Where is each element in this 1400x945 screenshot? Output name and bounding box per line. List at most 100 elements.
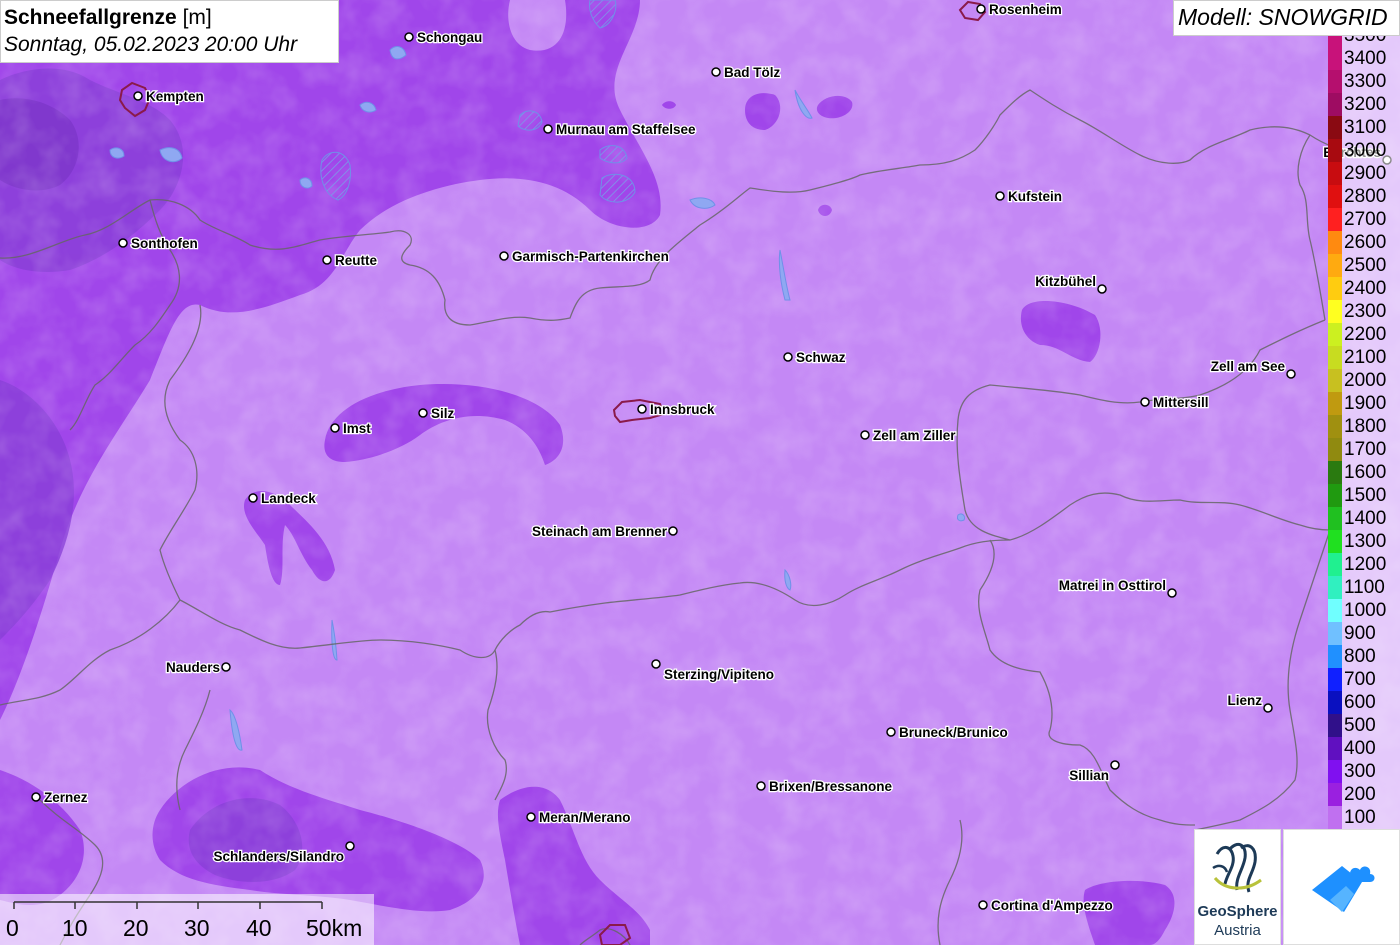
legend-label: 400 [1344, 738, 1376, 759]
city-marker [860, 430, 870, 440]
city-label: Kufstein [1008, 189, 1062, 204]
legend-row: 1700 [1328, 438, 1400, 461]
legend-swatch [1328, 622, 1342, 645]
city-marker [1263, 703, 1273, 713]
legend-swatch [1328, 438, 1342, 461]
legend-swatch [1328, 93, 1342, 116]
legend-row: 500 [1328, 714, 1400, 737]
city-marker [637, 404, 647, 414]
city-label: Bruneck/Brunico [899, 725, 1008, 740]
city-marker [995, 191, 1005, 201]
variable-name: Schneefallgrenze [4, 6, 177, 29]
legend-row: 1900 [1328, 392, 1400, 415]
geosphere-logo[interactable]: GeoSphere Austria [1194, 829, 1281, 945]
legend-swatch [1328, 783, 1342, 806]
scale-tick-label: 0 [6, 915, 19, 941]
legend-swatch [1328, 300, 1342, 323]
city-label: Meran/Merano [539, 810, 631, 825]
legend-label: 500 [1344, 715, 1376, 736]
city-label: Murnau am Staffelsee [556, 122, 696, 137]
city-marker [978, 900, 988, 910]
legend-label: 2800 [1344, 186, 1387, 207]
geosphere-emblem-icon [1212, 842, 1262, 893]
legend-label: 3400 [1344, 48, 1387, 69]
legend-swatch [1328, 369, 1342, 392]
legend-swatch [1328, 461, 1342, 484]
legend-row: 1200 [1328, 553, 1400, 576]
city-marker [651, 659, 661, 669]
city-marker [1097, 284, 1107, 294]
legend-swatch [1328, 737, 1342, 760]
city-label: Imst [343, 421, 371, 436]
legend-swatch [1328, 714, 1342, 737]
city-label: Innsbruck [650, 402, 715, 417]
city-marker [345, 841, 355, 851]
scale-tick-label: 50km [306, 915, 363, 941]
map-canvas[interactable]: Rosenheim Schongau Bad Tölz Kempten Murnau a… [0, 0, 1400, 945]
legend-row: 3500 [1328, 36, 1400, 47]
legend-label: 1200 [1344, 554, 1387, 575]
legend-row: 2000 [1328, 369, 1400, 392]
city-label: Steinach am Brenner [532, 524, 668, 539]
legend-swatch [1328, 36, 1342, 47]
legend-row: 800 [1328, 645, 1400, 668]
legend-row: 300 [1328, 760, 1400, 783]
legend-row: 3300 [1328, 70, 1400, 93]
legend-row: 1800 [1328, 415, 1400, 438]
legend-row: 1000 [1328, 599, 1400, 622]
model-label: Modell: SNOWGRID [1173, 0, 1400, 36]
city-marker [1110, 760, 1120, 770]
legend-row: 1600 [1328, 461, 1400, 484]
city-marker [976, 4, 986, 14]
geosphere-country: Austria [1214, 922, 1261, 939]
legend-label: 1000 [1344, 600, 1387, 621]
city-label: Garmisch-Partenkirchen [512, 249, 669, 264]
legend-row: 2200 [1328, 323, 1400, 346]
legend-swatch [1328, 760, 1342, 783]
city-marker [1286, 369, 1296, 379]
city-marker [330, 423, 340, 433]
legend-swatch [1328, 162, 1342, 185]
legend-label: 700 [1344, 669, 1376, 690]
legend-swatch [1328, 47, 1342, 70]
city-label: Reutte [335, 253, 377, 268]
legend-swatch [1328, 392, 1342, 415]
title-panel: Schneefallgrenze [m] Sonntag, 05.02.2023… [0, 0, 339, 63]
legend-label: 300 [1344, 761, 1376, 782]
geosphere-name: GeoSphere [1197, 903, 1278, 920]
legend-row: 2600 [1328, 231, 1400, 254]
city-label: Cortina d'Ampezzo [991, 898, 1113, 913]
city-label: Bad Tölz [724, 65, 780, 80]
legend-row: 700 [1328, 668, 1400, 691]
city-label: Schongau [417, 30, 482, 45]
legend-swatch [1328, 668, 1342, 691]
legend-swatch [1328, 507, 1342, 530]
city-label: Zernez [44, 790, 88, 805]
legend-swatch [1328, 415, 1342, 438]
legend-label: 1600 [1344, 462, 1387, 483]
legend-label: 1700 [1344, 439, 1387, 460]
legend-swatch [1328, 208, 1342, 231]
city-marker [783, 352, 793, 362]
legend-swatch [1328, 254, 1342, 277]
legend-label: 3000 [1344, 140, 1387, 161]
city-marker [221, 662, 231, 672]
city-label: Kitzbühel [1035, 274, 1096, 289]
legend-row: 3400 [1328, 47, 1400, 70]
legend-label: 800 [1344, 646, 1376, 667]
forecast-datetime: Sonntag, 05.02.2023 20:00 Uhr [4, 33, 298, 56]
scale-tick-label: 10 [62, 915, 88, 941]
color-legend: 3500 340033003200310030002900280027002600… [1328, 36, 1400, 832]
legend-swatch [1328, 185, 1342, 208]
legend-row: 1500 [1328, 484, 1400, 507]
legend-row: 600 [1328, 691, 1400, 714]
legend-label: 2200 [1344, 324, 1387, 345]
legend-label: 3500 [1344, 36, 1386, 45]
terrain-shading [0, 0, 1400, 945]
legend-row: 400 [1328, 737, 1400, 760]
city-label: Zell am See [1211, 359, 1286, 374]
partner-logo[interactable] [1283, 829, 1400, 945]
legend-row: 1300 [1328, 530, 1400, 553]
scale-tick-label: 20 [123, 915, 149, 941]
city-label: Sterzing/Vipiteno [664, 667, 774, 682]
